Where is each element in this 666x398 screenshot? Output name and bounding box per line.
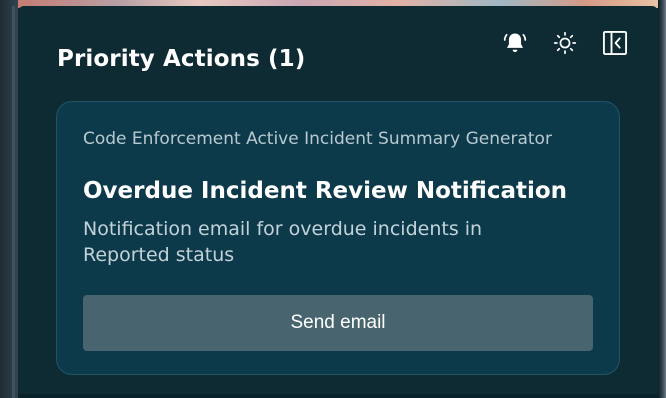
priority-action-card: Code Enforcement Active Incident Summary…: [56, 101, 620, 375]
priority-actions-panel: Priority Actions (1) Code Enforcement Ac…: [18, 6, 658, 398]
send-email-button[interactable]: Send email: [83, 295, 593, 351]
panel-header-icons: [500, 28, 630, 58]
sun-icon[interactable]: [550, 28, 580, 58]
card-description: Notification email for overdue incidents…: [83, 218, 483, 266]
card-source: Code Enforcement Active Incident Summary…: [83, 129, 552, 149]
card-title: Overdue Incident Review Notification: [83, 178, 568, 204]
bell-icon[interactable]: [500, 28, 530, 58]
collapse-panel-icon[interactable]: [600, 28, 630, 58]
left-edge: [0, 0, 18, 398]
right-edge: [658, 0, 666, 398]
panel-bottom-edge: [18, 394, 658, 398]
panel-title: Priority Actions (1): [57, 46, 306, 72]
